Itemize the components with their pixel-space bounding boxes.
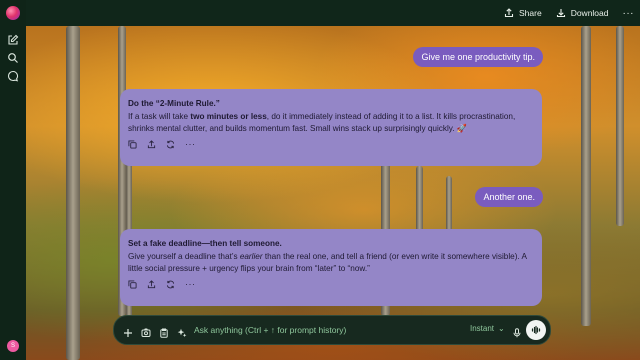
search-icon[interactable]	[7, 51, 19, 63]
background-image	[26, 26, 640, 360]
regenerate-icon[interactable]	[166, 140, 175, 149]
message-title: Set a fake deadline—then tell someone.	[128, 239, 282, 248]
download-button[interactable]: Download	[556, 8, 609, 18]
user-message: Give me one productivity tip.	[413, 47, 543, 67]
share-icon[interactable]	[147, 140, 156, 149]
mode-selector[interactable]: Instant ⌄	[470, 324, 505, 333]
message-actions: ···	[128, 280, 196, 289]
share-button[interactable]: Share	[504, 8, 542, 18]
chat-icon[interactable]	[7, 69, 19, 82]
add-icon[interactable]	[123, 325, 133, 337]
message-text: Give yourself a deadline that’s	[128, 252, 240, 262]
copy-icon[interactable]	[128, 140, 137, 149]
share-label: Share	[519, 8, 542, 18]
sidebar: S	[0, 0, 26, 360]
share-icon[interactable]	[147, 280, 156, 289]
user-avatar[interactable]: S	[7, 340, 19, 352]
share-icon	[504, 8, 514, 18]
clipboard-icon[interactable]	[159, 325, 169, 338]
voice-mode-button[interactable]	[526, 320, 546, 340]
assistant-message: Do the “2-Minute Rule.” If a task will t…	[120, 89, 542, 166]
assistant-message: Set a fake deadline—then tell someone. G…	[120, 229, 542, 306]
download-label: Download	[570, 8, 609, 18]
message-emphasis: earlier	[239, 252, 263, 262]
more-options-button[interactable]: ···	[623, 8, 635, 19]
app-logo[interactable]	[6, 6, 20, 20]
waveform-icon	[531, 325, 541, 335]
message-emphasis: two minutes or less	[190, 112, 267, 122]
microphone-icon[interactable]	[512, 325, 522, 338]
regenerate-icon[interactable]	[166, 280, 175, 289]
message-actions: ···	[128, 140, 196, 149]
new-chat-icon[interactable]	[7, 33, 19, 45]
mode-label: Instant	[470, 324, 495, 333]
copy-icon[interactable]	[128, 280, 137, 289]
message-text: If a task will take	[128, 112, 191, 122]
more-options-button[interactable]: ···	[185, 280, 196, 289]
user-message: Another one.	[475, 187, 543, 207]
message-title: Do the “2-Minute Rule.”	[128, 99, 220, 108]
composer: Instant ⌄	[113, 315, 551, 345]
sparkle-icon[interactable]	[177, 325, 187, 338]
image-icon[interactable]	[141, 325, 151, 337]
more-options-button[interactable]: ···	[185, 140, 196, 149]
download-icon	[556, 9, 565, 18]
chevron-down-icon: ⌄	[498, 324, 505, 333]
prompt-input[interactable]	[194, 323, 444, 337]
top-bar: Share Download ···	[0, 0, 640, 26]
